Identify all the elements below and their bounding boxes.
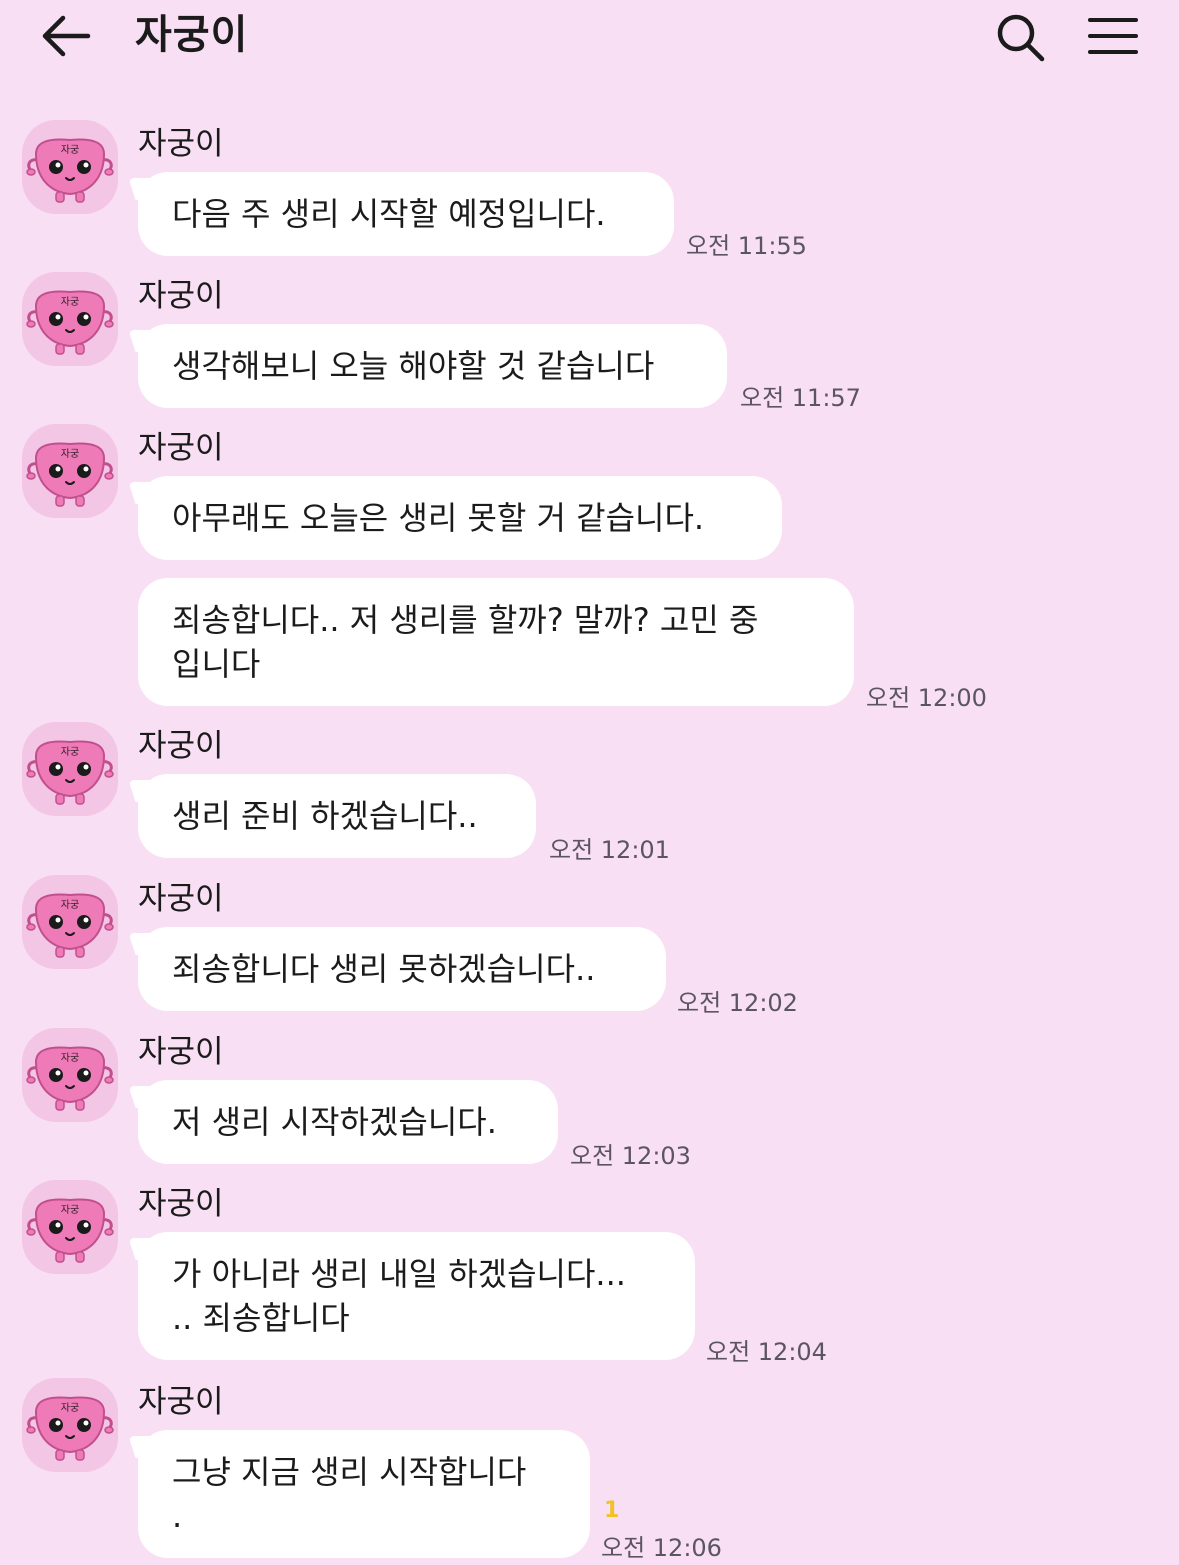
sender-name: 자궁이 bbox=[138, 278, 224, 314]
sender-name: 자궁이 bbox=[138, 1384, 224, 1420]
message-timestamp: 오전 12:01 bbox=[549, 836, 670, 864]
message-bubble[interactable]: 죄송합니다.. 저 생리를 할까? 말까? 고민 중입니다 bbox=[138, 578, 854, 706]
avatar[interactable]: 자궁 bbox=[22, 1180, 118, 1274]
message-bubble[interactable]: 죄송합니다 생리 못하겠습니다.. bbox=[138, 927, 666, 1011]
sender-name: 자궁이 bbox=[138, 728, 224, 764]
sender-name: 자궁이 bbox=[138, 430, 224, 466]
message-text-line: 죄송합니다.. 저 생리를 할까? 말까? 고민 중 bbox=[172, 601, 759, 639]
message-timestamp: 오전 11:55 bbox=[686, 232, 807, 260]
message-bubble[interactable]: 가 아니라 생리 내일 하겠습니다... .. 죄송합니다 bbox=[138, 1232, 695, 1360]
message-bubble[interactable]: 그냥 지금 생리 시작합니다. bbox=[138, 1430, 590, 1558]
avatar[interactable]: 자궁 bbox=[22, 875, 118, 969]
avatar-label: 자궁 bbox=[61, 144, 79, 156]
uterus-character-icon: 자궁 bbox=[26, 138, 114, 203]
avatar-label: 자궁 bbox=[61, 1204, 79, 1216]
message-bubble[interactable]: 저 생리 시작하겠습니다. bbox=[138, 1080, 558, 1164]
message-text-line: .. 죄송합니다 bbox=[172, 1299, 350, 1337]
message-text-line: 가 아니라 생리 내일 하겠습니다... bbox=[172, 1255, 626, 1293]
sender-name: 자궁이 bbox=[138, 126, 224, 162]
message-text-line: 입니다 bbox=[172, 645, 261, 683]
avatar[interactable]: 자궁 bbox=[22, 1028, 118, 1122]
message-bubble[interactable]: 아무래도 오늘은 생리 못할 거 같습니다. bbox=[138, 476, 782, 560]
back-button[interactable] bbox=[36, 10, 98, 62]
avatar-label: 자궁 bbox=[61, 296, 79, 308]
avatar-label: 자궁 bbox=[61, 1052, 79, 1064]
avatar-label: 자궁 bbox=[61, 746, 79, 758]
message-text: 아무래도 오늘은 생리 못할 거 같습니다. bbox=[172, 499, 705, 537]
menu-button[interactable] bbox=[1084, 12, 1142, 62]
avatar[interactable]: 자궁 bbox=[22, 1378, 118, 1472]
message-timestamp: 오전 12:03 bbox=[570, 1142, 691, 1170]
sender-name: 자궁이 bbox=[138, 1034, 224, 1070]
message-timestamp: 오전 11:57 bbox=[740, 384, 861, 412]
sender-name: 자궁이 bbox=[138, 881, 224, 917]
message-bubble[interactable]: 생각해보니 오늘 해야할 것 같습니다 bbox=[138, 324, 727, 408]
uterus-character-icon: 자궁 bbox=[26, 893, 114, 958]
menu-icon bbox=[1088, 18, 1138, 54]
message-text: 다음 주 생리 시작할 예정입니다. bbox=[172, 195, 606, 233]
sender-name: 자궁이 bbox=[138, 1186, 224, 1222]
message-text: 죄송합니다 생리 못하겠습니다.. bbox=[172, 950, 596, 988]
avatar[interactable]: 자궁 bbox=[22, 272, 118, 366]
message-timestamp: 오전 12:02 bbox=[677, 989, 798, 1017]
message-timestamp: 오전 12:04 bbox=[706, 1338, 827, 1366]
chat-header: 자궁이 bbox=[0, 0, 1179, 78]
avatar[interactable]: 자궁 bbox=[22, 722, 118, 816]
message-text-line: . bbox=[172, 1497, 183, 1535]
avatar[interactable]: 자궁 bbox=[22, 120, 118, 214]
uterus-character-icon: 자궁 bbox=[26, 740, 114, 805]
message-text: 생각해보니 오늘 해야할 것 같습니다 bbox=[172, 347, 655, 385]
uterus-character-icon: 자궁 bbox=[26, 1396, 114, 1461]
uterus-character-icon: 자궁 bbox=[26, 290, 114, 355]
avatar[interactable]: 자궁 bbox=[22, 424, 118, 518]
message-bubble[interactable]: 생리 준비 하겠습니다.. bbox=[138, 774, 536, 858]
uterus-character-icon: 자궁 bbox=[26, 442, 114, 507]
avatar-label: 자궁 bbox=[61, 1402, 79, 1414]
message-timestamp: 오전 12:00 bbox=[866, 684, 987, 712]
message-text-line: 그냥 지금 생리 시작합니다 bbox=[172, 1453, 527, 1491]
uterus-character-icon: 자궁 bbox=[26, 1046, 114, 1111]
message-text: 생리 준비 하겠습니다.. bbox=[172, 797, 478, 835]
search-button[interactable] bbox=[992, 10, 1050, 64]
message-timestamp: 오전 12:06 bbox=[601, 1534, 722, 1562]
message-bubble[interactable]: 다음 주 생리 시작할 예정입니다. bbox=[138, 172, 674, 256]
avatar-label: 자궁 bbox=[61, 448, 79, 460]
avatar-label: 자궁 bbox=[61, 899, 79, 911]
message-text: 저 생리 시작하겠습니다. bbox=[172, 1103, 497, 1141]
back-arrow-icon bbox=[42, 15, 91, 57]
unread-count: 1 bbox=[604, 1498, 620, 1523]
uterus-character-icon: 자궁 bbox=[26, 1198, 114, 1263]
chat-title: 자궁이 bbox=[135, 12, 249, 58]
search-icon bbox=[997, 14, 1045, 62]
